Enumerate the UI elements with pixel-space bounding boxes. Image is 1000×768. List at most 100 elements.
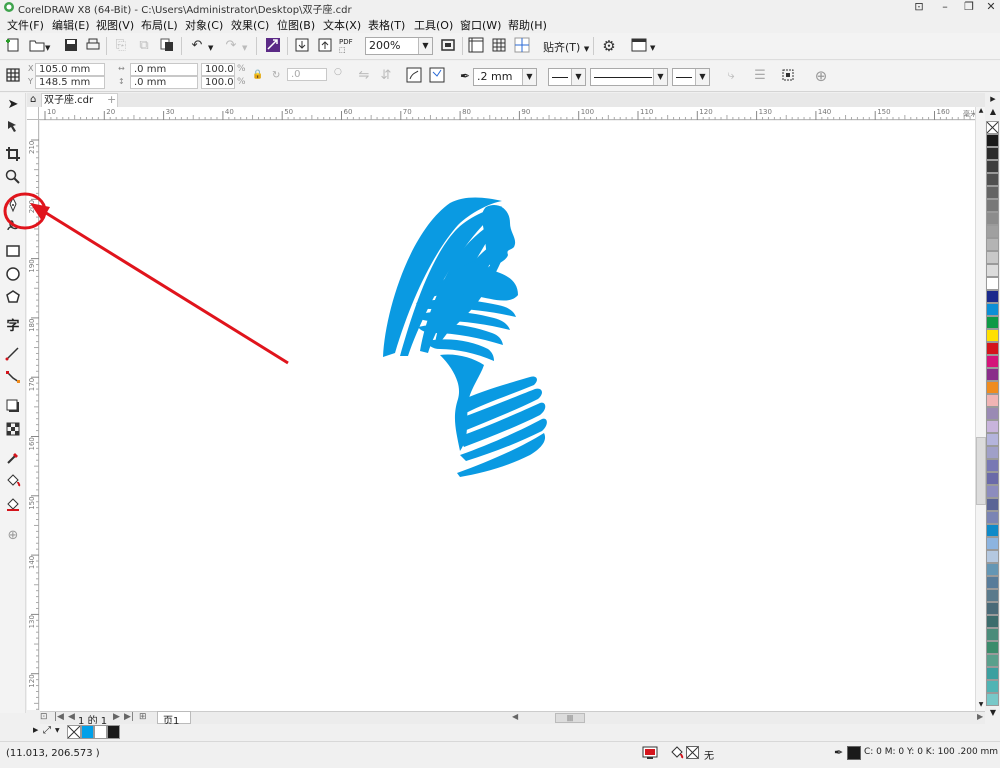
menu-tools[interactable]: 工具(O) — [414, 17, 453, 33]
palette-swatch[interactable] — [986, 160, 999, 173]
menu-file[interactable]: 文件(F) — [7, 17, 44, 33]
palette-swatch[interactable] — [986, 277, 999, 290]
vertical-scroll-thumb[interactable] — [976, 437, 986, 505]
palette-swatch[interactable] — [986, 511, 999, 524]
palette-swatch[interactable] — [986, 251, 999, 264]
palette-swatch[interactable] — [986, 498, 999, 511]
print-icon[interactable] — [84, 37, 102, 55]
menu-view[interactable]: 视图(V) — [96, 17, 134, 33]
previous-page-icon[interactable]: ◀ — [68, 712, 75, 722]
close-button[interactable]: ✕ — [978, 0, 1000, 14]
smart-fill-tool-icon[interactable] — [3, 496, 23, 516]
palette-swatch[interactable] — [986, 186, 999, 199]
full-screen-icon[interactable] — [439, 37, 457, 55]
palette-swatch[interactable] — [986, 628, 999, 641]
page-size-presets-icon[interactable] — [4, 67, 22, 85]
last-page-icon[interactable]: ▶| — [124, 712, 134, 722]
palette-swatch[interactable] — [986, 433, 999, 446]
palette-swatch[interactable] — [986, 225, 999, 238]
doc-palette-swatch[interactable] — [94, 725, 107, 739]
horizontal-ruler[interactable]: 10 20 30 40 50 60 70 80 90 100 110 120 130 140 150 160 毫… — [27, 107, 989, 120]
doc-no-color-swatch[interactable] — [67, 725, 81, 739]
palette-swatch[interactable] — [986, 602, 999, 615]
undo-dropdown-icon[interactable]: ▼ — [208, 44, 213, 52]
scale-height-field[interactable]: 100.0 — [201, 76, 235, 89]
palette-swatch[interactable] — [986, 407, 999, 420]
interactive-fill-tool-icon[interactable] — [3, 473, 23, 493]
palette-swatch[interactable] — [986, 381, 999, 394]
publish-pdf-icon[interactable]: PDF ⬚ — [339, 38, 353, 54]
palette-swatch[interactable] — [986, 368, 999, 381]
palette-swatch[interactable] — [986, 641, 999, 654]
doc-palette-eyedropper-icon[interactable]: ⤢ — [43, 725, 51, 736]
palette-swatch[interactable] — [986, 394, 999, 407]
close-curve-icon[interactable]: ⤷ — [722, 67, 740, 85]
palette-scroll-down-icon[interactable]: ▼ — [986, 708, 1000, 720]
palette-swatch[interactable] — [986, 485, 999, 498]
transparency-tool-icon[interactable] — [3, 421, 23, 441]
palette-swatch[interactable] — [986, 472, 999, 485]
menu-text[interactable]: 文本(X) — [323, 17, 361, 33]
palette-swatch[interactable] — [986, 342, 999, 355]
open-folder-icon[interactable] — [28, 37, 46, 55]
palette-swatch[interactable] — [986, 238, 999, 251]
add-toolbar-item-icon[interactable]: ⊕ — [812, 67, 830, 85]
redo-icon[interactable]: ↷ — [222, 37, 240, 55]
palette-swatch[interactable] — [986, 290, 999, 303]
color-proofing-icon[interactable] — [642, 746, 658, 760]
import-icon[interactable] — [293, 37, 311, 55]
angle-field[interactable]: .0 — [287, 68, 327, 81]
menu-object[interactable]: 对象(C) — [185, 17, 223, 33]
launcher-dropdown-icon[interactable]: ▼ — [650, 44, 655, 52]
scroll-right-icon[interactable]: ▶ — [977, 712, 983, 721]
connector-tool-icon[interactable] — [3, 369, 23, 389]
menu-bitmaps[interactable]: 位图(B) — [277, 17, 315, 33]
minimize-button[interactable]: – — [932, 0, 958, 14]
crop-tool-icon[interactable] — [3, 146, 23, 166]
palette-swatch[interactable] — [986, 615, 999, 628]
palette-swatch[interactable] — [986, 264, 999, 277]
height-field[interactable]: .0 mm — [130, 76, 198, 89]
palette-swatch[interactable] — [986, 589, 999, 602]
add-tool-icon[interactable]: ⊕ — [3, 526, 23, 546]
end-arrowhead-combo[interactable]: ▼ — [672, 68, 710, 86]
x-position-field[interactable]: 105.0 mm — [35, 63, 105, 76]
vertical-scrollbar[interactable]: ▲ ▼ — [975, 107, 986, 711]
palette-swatch[interactable] — [986, 576, 999, 589]
palette-swatch[interactable] — [986, 524, 999, 537]
palette-swatch[interactable] — [986, 316, 999, 329]
palette-swatch[interactable] — [986, 134, 999, 147]
outline-width-combo[interactable]: .2 mm ▼ — [473, 68, 537, 86]
restore-panels-button[interactable]: ⊡ — [906, 0, 932, 14]
palette-swatch[interactable] — [986, 654, 999, 667]
doc-palette-menu-icon[interactable]: ▶ — [33, 726, 38, 734]
options-gear-icon[interactable]: ⚙ — [600, 37, 618, 55]
show-guidelines-icon[interactable] — [513, 37, 531, 55]
palette-swatch[interactable] — [986, 459, 999, 472]
show-grid-icon[interactable] — [490, 37, 508, 55]
palette-swatch[interactable] — [986, 680, 999, 693]
next-page-icon[interactable]: ▶ — [113, 712, 120, 722]
shape-edit-icon[interactable] — [405, 67, 423, 85]
palette-swatch[interactable] — [986, 173, 999, 186]
menu-edit[interactable]: 编辑(E) — [52, 17, 90, 33]
home-icon[interactable]: ⌂ — [30, 94, 36, 105]
wrap-text-icon[interactable]: ☰ — [751, 67, 769, 85]
y-position-field[interactable]: 148.5 mm — [35, 76, 105, 89]
palette-swatch[interactable] — [986, 693, 999, 706]
horizontal-scroll-thumb[interactable]: ||| — [555, 713, 585, 723]
palette-swatch[interactable] — [986, 199, 999, 212]
ruler-origin[interactable] — [27, 107, 39, 120]
palette-swatch[interactable] — [986, 537, 999, 550]
menu-help[interactable]: 帮助(H) — [508, 17, 547, 33]
export-icon[interactable] — [316, 37, 334, 55]
menu-layout[interactable]: 布局(L) — [141, 17, 178, 33]
eyedropper-tool-icon[interactable] — [3, 450, 23, 470]
palette-swatch[interactable] — [986, 550, 999, 563]
menu-window[interactable]: 窗口(W) — [460, 17, 501, 33]
line-style-combo[interactable]: ▼ — [590, 68, 668, 86]
search-content-icon[interactable] — [264, 37, 282, 55]
doc-palette-dropdown-icon[interactable]: ▼ — [55, 727, 60, 734]
menu-effects[interactable]: 效果(C) — [231, 17, 269, 33]
scroll-down-icon[interactable]: ▼ — [976, 701, 986, 711]
